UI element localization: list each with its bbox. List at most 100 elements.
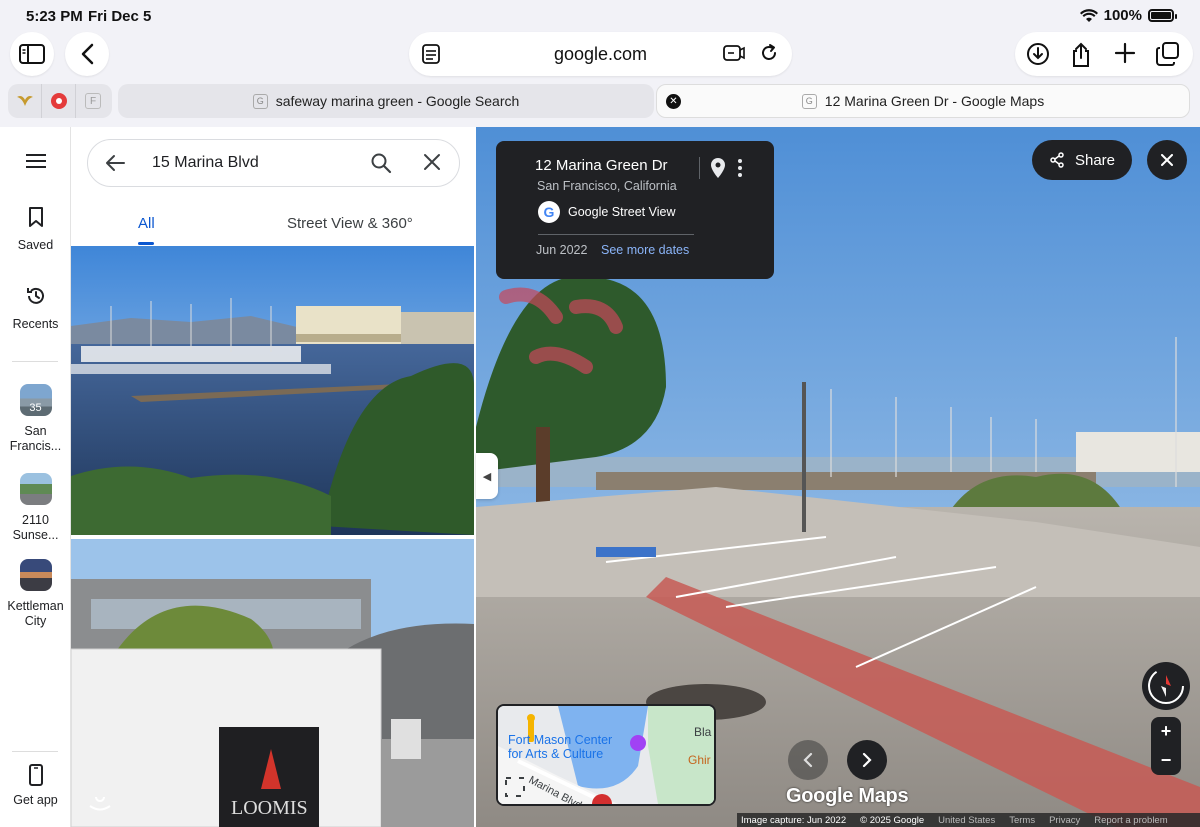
search-icon[interactable]: [370, 152, 392, 174]
photo-marina[interactable]: [71, 246, 474, 535]
location-pin-icon[interactable]: [710, 157, 726, 179]
share-button[interactable]: Share: [1032, 140, 1132, 180]
search-box[interactable]: 15 Marina Blvd: [87, 139, 460, 187]
recent-place-2[interactable]: 2110 Sunse...: [0, 473, 71, 543]
menu-button[interactable]: [0, 153, 71, 172]
collapse-panel-button[interactable]: ◀: [476, 453, 498, 499]
place-thumbnail: [19, 559, 52, 591]
street-photo-image: LOOMIS: [71, 539, 474, 827]
recent-place-3[interactable]: Kettleman City: [0, 559, 71, 629]
chevron-left-icon: [803, 752, 813, 768]
tab-maps[interactable]: ✕ G 12 Marina Green Dr - Google Maps: [656, 84, 1190, 118]
status-date: Fri Dec 5: [88, 8, 152, 25]
new-tab-icon[interactable]: [1114, 42, 1136, 64]
hamburger-icon: [25, 154, 46, 168]
marina-photo-image: [71, 246, 474, 535]
result-tabs: All Street View & 360°: [71, 205, 475, 245]
share-icon: [1050, 152, 1064, 168]
pinned-tab-1[interactable]: [8, 84, 42, 118]
chevron-right-icon: [862, 752, 872, 768]
maps-content: Saved Recents 35 San Francis... 2110 Sun…: [0, 127, 1200, 827]
pinned-tab-2[interactable]: [42, 84, 76, 118]
copyright-text: © 2025 Google: [860, 814, 925, 826]
tab-all[interactable]: All: [138, 215, 155, 232]
clear-icon[interactable]: [422, 152, 442, 172]
zoom-in-button[interactable]: +: [1151, 717, 1181, 746]
tab-strip: F G safeway marina green - Google Search…: [0, 84, 1200, 120]
place-label: San Francis...: [9, 424, 62, 453]
minimap-label-bla: Bla: [694, 725, 712, 739]
sidebar-toggle-button[interactable]: [10, 32, 54, 76]
place-thumbnail: [19, 473, 52, 505]
google-favicon-icon: G: [801, 93, 817, 109]
place-label: Kettleman City: [7, 599, 64, 628]
close-street-view-button[interactable]: [1147, 140, 1187, 180]
previous-button[interactable]: [788, 740, 828, 780]
pinned-tabs: F: [8, 84, 112, 118]
bird-icon: [16, 96, 33, 106]
tab-title: 12 Marina Green Dr - Google Maps: [824, 93, 1045, 109]
search-panel: 15 Marina Blvd All Street View & 360° LO…: [71, 127, 475, 827]
photo-street[interactable]: LOOMIS: [71, 539, 474, 827]
street-view-source: G Google Street View: [538, 201, 675, 223]
close-tab-icon[interactable]: ✕: [666, 94, 681, 109]
reload-icon[interactable]: [759, 43, 779, 63]
wifi-icon: [1079, 8, 1098, 22]
terms-link[interactable]: Terms: [1009, 815, 1035, 826]
arrow-left-icon[interactable]: [104, 152, 126, 174]
google-favicon-icon: G: [252, 93, 268, 109]
bookmark-icon: [28, 207, 43, 227]
sidebar-icon: [19, 44, 45, 64]
image-capture-text: Image capture: Jun 2022: [741, 814, 847, 826]
next-button[interactable]: [847, 740, 887, 780]
recents-label: Recents: [12, 317, 59, 331]
share-label: Share: [1074, 151, 1116, 169]
place-label: 2110 Sunse...: [12, 513, 59, 542]
share-icon[interactable]: [1070, 42, 1092, 68]
saved-button[interactable]: Saved: [0, 207, 71, 252]
tab-title: safeway marina green - Google Search: [275, 93, 520, 109]
phone-icon: [28, 764, 43, 786]
minimap-label-fort-mason: Fort Mason Center: [508, 733, 612, 747]
recents-button[interactable]: Recents: [0, 286, 71, 331]
download-icon[interactable]: [1026, 42, 1050, 66]
minimap-image: Fort Mason Center for Arts & Culture Mar…: [498, 706, 714, 804]
minimap[interactable]: Fort Mason Center for Arts & Culture Mar…: [496, 704, 716, 806]
vertical-divider: [699, 157, 700, 179]
place-thumbnail: 35: [19, 384, 52, 416]
attribution-bar: Image capture: Jun 2022 © 2025 Google Un…: [737, 813, 1200, 827]
compass-button[interactable]: [1142, 662, 1190, 710]
battery-percent: 100%: [1103, 7, 1142, 24]
compass-icon: [1148, 668, 1184, 704]
svg-text:LOOMIS: LOOMIS: [231, 797, 308, 819]
reader-icon[interactable]: [723, 43, 745, 63]
back-button[interactable]: [65, 32, 109, 76]
place-count-badge: 35: [29, 402, 42, 414]
more-options-icon[interactable]: [737, 159, 743, 177]
recent-place-1[interactable]: 35 San Francis...: [0, 384, 71, 454]
get-app-label: Get app: [13, 793, 58, 807]
letter-favicon-icon: F: [85, 93, 101, 109]
rail-divider: [12, 361, 58, 362]
left-rail: Saved Recents 35 San Francis... 2110 Sun…: [0, 127, 71, 827]
zoom-controls: + −: [1151, 717, 1181, 775]
zoom-out-button[interactable]: −: [1151, 746, 1181, 775]
browser-toolbar: google.com: [0, 32, 1200, 80]
active-tab-indicator: [138, 242, 154, 245]
360-view-icon[interactable]: [87, 797, 113, 815]
place-subtitle: San Francisco, California: [537, 179, 677, 193]
privacy-link[interactable]: Privacy: [1049, 815, 1080, 826]
see-more-dates-link[interactable]: See more dates: [601, 243, 689, 257]
get-app-button[interactable]: Get app: [0, 764, 71, 807]
google-maps-watermark: Google Maps: [786, 785, 909, 807]
tab-street-view[interactable]: Street View & 360°: [287, 215, 413, 232]
region-link[interactable]: United States: [938, 815, 995, 826]
tab-overview-icon[interactable]: [1156, 42, 1180, 66]
pinned-tab-3[interactable]: F: [76, 84, 110, 118]
flower-icon: [50, 93, 67, 109]
report-problem-link[interactable]: Report a problem: [1094, 815, 1167, 826]
address-bar[interactable]: google.com: [409, 32, 792, 76]
search-input[interactable]: 15 Marina Blvd: [152, 154, 259, 172]
tab-search[interactable]: G safeway marina green - Google Search: [118, 84, 654, 118]
close-icon: [1161, 154, 1173, 166]
